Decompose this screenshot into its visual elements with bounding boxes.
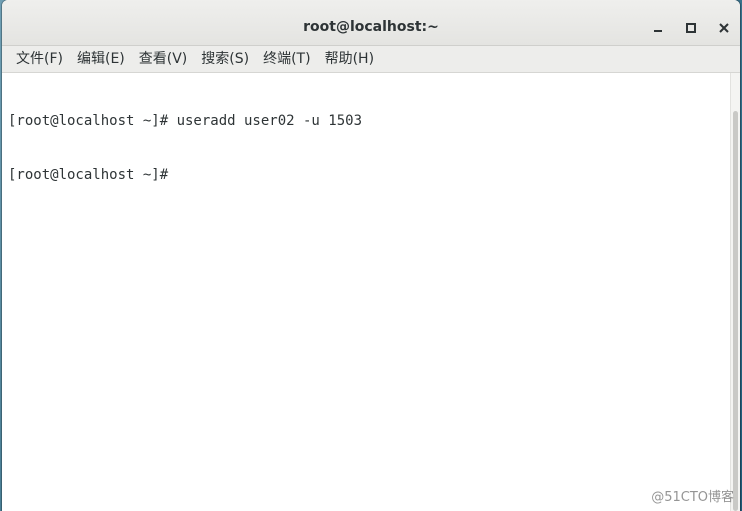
close-icon [719,23,729,33]
terminal-area[interactable]: [root@localhost ~]# useradd user02 -u 15… [2,73,740,511]
menu-file[interactable]: 文件(F) [9,46,70,73]
menu-search[interactable]: 搜索(S) [194,46,256,73]
minimize-button[interactable] [648,18,668,38]
scrollbar-thumb[interactable] [733,111,738,511]
menu-terminal[interactable]: 终端(T) [256,46,317,73]
watermark: @51CTO博客 [651,490,734,505]
menu-edit[interactable]: 编辑(E) [70,46,132,73]
minimize-icon [654,30,662,32]
title-bar[interactable]: root@localhost:~ [2,0,740,46]
terminal-output: [root@localhost ~]# useradd user02 -u 15… [8,76,362,220]
terminal-window: root@localhost:~ 文件(F) 编辑(E) 查看(V) 搜索(S)… [2,0,740,511]
maximize-button[interactable] [681,18,701,38]
window-title: root@localhost:~ [303,19,439,35]
terminal-line: [root@localhost ~]# [8,167,169,183]
close-button[interactable] [714,18,734,38]
menu-bar: 文件(F) 编辑(E) 查看(V) 搜索(S) 终端(T) 帮助(H) [2,46,740,73]
scrollbar-track[interactable] [730,73,740,511]
menu-help[interactable]: 帮助(H) [318,46,381,73]
maximize-icon [686,23,696,33]
terminal-line: [root@localhost ~]# useradd user02 -u 15… [8,113,363,129]
menu-view[interactable]: 查看(V) [132,46,195,73]
